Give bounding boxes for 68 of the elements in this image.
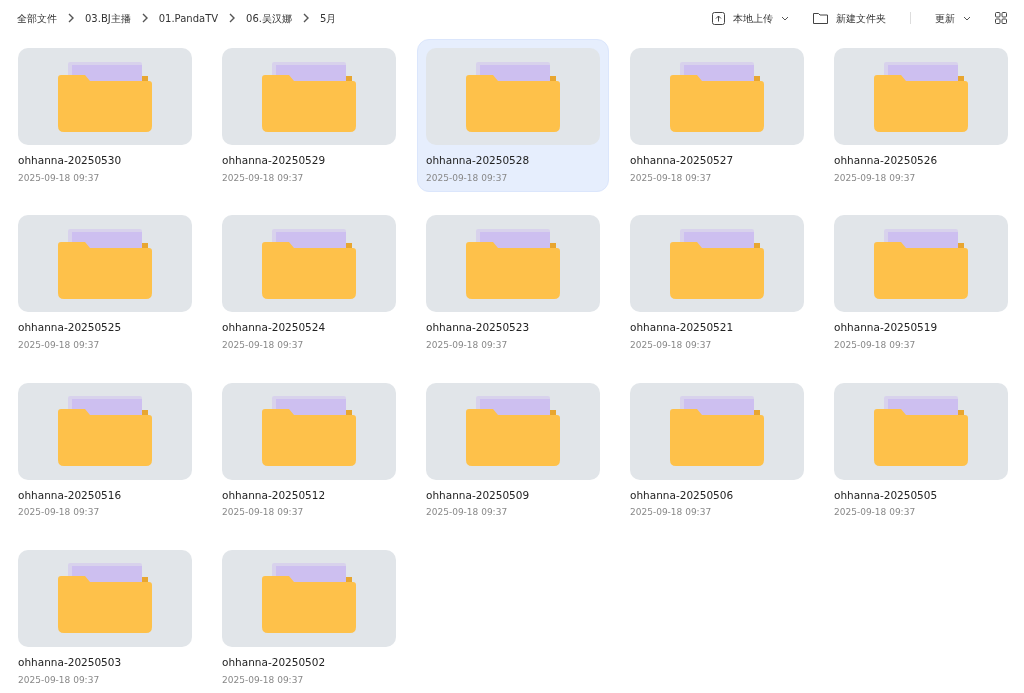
- folder-tile[interactable]: ohhanna-20250523 2025-09-18 09:37: [417, 206, 609, 360]
- folder-name: ohhanna-20250528: [426, 153, 531, 168]
- sort-button[interactable]: 更新: [935, 10, 971, 26]
- folder-tile[interactable]: ohhanna-20250516 2025-09-18 09:37: [9, 373, 201, 527]
- folder-tile[interactable]: ohhanna-20250530 2025-09-18 09:37: [9, 39, 201, 193]
- caret-icon: [963, 15, 971, 21]
- modified-date: 2025-09-18 09:37: [834, 506, 917, 520]
- folder-name: ohhanna-20250519: [834, 320, 939, 336]
- breadcrumb-link[interactable]: 01.PandaTV: [158, 10, 219, 26]
- folder-tile[interactable]: ohhanna-20250509 2025-09-18 09:37: [417, 373, 609, 527]
- caret-icon: [781, 15, 789, 21]
- modified-date: 2025-09-18 09:37: [630, 171, 713, 185]
- folder-name: ohhanna-20250505: [834, 487, 939, 503]
- modified-date: 2025-09-18 09:37: [426, 339, 509, 352]
- folder-icon: [813, 12, 828, 24]
- folder-tile[interactable]: ohhanna-20250503 2025-09-18 09:37: [9, 540, 201, 693]
- folder-name: ohhanna-20250521: [630, 320, 735, 336]
- folder-name: ohhanna-20250527: [630, 153, 735, 168]
- modified-date: 2025-09-18 09:37: [630, 339, 713, 352]
- new-folder-button[interactable]: 新建文件夹: [813, 10, 886, 26]
- folder-name: ohhanna-20250530: [18, 153, 123, 168]
- modified-date: 2025-09-18 09:37: [834, 339, 917, 352]
- modified-date: 2025-09-18 09:37: [18, 171, 101, 185]
- folder-name: ohhanna-20250523: [426, 320, 531, 336]
- folder-name: ohhanna-20250525: [18, 320, 123, 336]
- folder-tile[interactable]: ohhanna-20250525 2025-09-18 09:37: [9, 206, 201, 360]
- modified-date: 2025-09-18 09:37: [426, 506, 509, 520]
- folder-tile[interactable]: ohhanna-20250519 2025-09-18 09:37: [825, 206, 1017, 360]
- modified-date: 2025-09-18 09:37: [222, 673, 305, 687]
- folder-tile[interactable]: ohhanna-20250505 2025-09-18 09:37: [825, 373, 1017, 527]
- folder-tile[interactable]: ohhanna-20250512 2025-09-18 09:37: [213, 373, 405, 527]
- chevron-icon: [302, 13, 310, 23]
- folder-name: ohhanna-20250526: [834, 153, 939, 168]
- modified-date: 2025-09-18 09:37: [222, 171, 305, 185]
- folder-name: ohhanna-20250509: [426, 487, 531, 503]
- folder-tile[interactable]: ohhanna-20250529 2025-09-18 09:37: [213, 39, 405, 193]
- modified-date: 2025-09-18 09:37: [426, 171, 509, 185]
- folder-tile[interactable]: ohhanna-20250528 2025-09-18 09:37: [417, 39, 609, 193]
- folder-tile[interactable]: ohhanna-20250524 2025-09-18 09:37: [213, 206, 405, 360]
- folder-tile[interactable]: ohhanna-20250521 2025-09-18 09:37: [621, 206, 813, 360]
- breadcrumb-link[interactable]: 5月: [320, 10, 337, 26]
- chevron-icon: [140, 13, 149, 23]
- folder-tile[interactable]: ohhanna-20250526 2025-09-18 09:37: [825, 39, 1017, 193]
- breadcrumb-link[interactable]: 全部文件: [17, 10, 57, 26]
- folder-name: ohhanna-20250512: [222, 487, 327, 503]
- folder-name: ohhanna-20250529: [222, 153, 327, 168]
- folder-name: ohhanna-20250506: [630, 487, 735, 503]
- upload-icon: [712, 11, 725, 25]
- chevron-icon: [67, 13, 75, 23]
- upload-button[interactable]: 本地上传: [712, 10, 789, 26]
- chevron-icon: [228, 13, 237, 23]
- folder-name: ohhanna-20250502: [222, 654, 327, 670]
- breadcrumb-link[interactable]: 06.吴汉娜: [246, 10, 292, 26]
- folder-tile[interactable]: ohhanna-20250502 2025-09-18 09:37: [213, 540, 405, 693]
- modified-date: 2025-09-18 09:37: [834, 171, 917, 185]
- folder-name: ohhanna-20250503: [18, 654, 123, 670]
- folder-tile[interactable]: ohhanna-20250506 2025-09-18 09:37: [621, 373, 813, 527]
- modified-date: 2025-09-18 09:37: [222, 506, 305, 520]
- modified-date: 2025-09-18 09:37: [222, 339, 305, 352]
- modified-date: 2025-09-18 09:37: [18, 673, 101, 687]
- breadcrumb-link[interactable]: 03.BJ主播: [85, 10, 131, 26]
- folder-name: ohhanna-20250524: [222, 320, 327, 336]
- folder-tile[interactable]: ohhanna-20250527 2025-09-18 09:37: [621, 39, 813, 193]
- modified-date: 2025-09-18 09:37: [630, 506, 713, 520]
- grid-view-icon[interactable]: [995, 12, 1007, 24]
- modified-date: 2025-09-18 09:37: [18, 339, 101, 352]
- modified-date: 2025-09-18 09:37: [18, 506, 101, 520]
- folder-name: ohhanna-20250516: [18, 487, 123, 503]
